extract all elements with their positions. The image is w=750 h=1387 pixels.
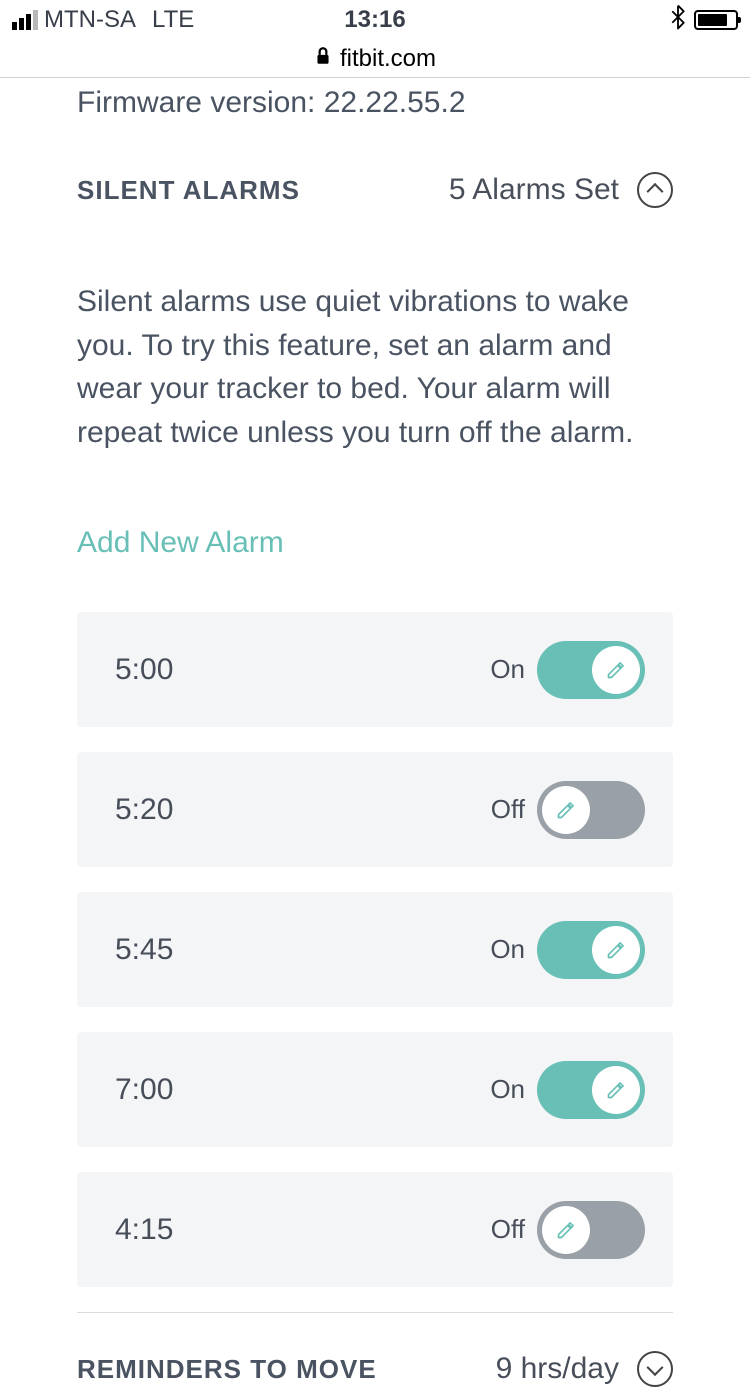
silent-alarms-title: SILENT ALARMS — [77, 175, 300, 206]
toggle-knob — [542, 786, 590, 834]
alarms-description: Silent alarms use quiet vibrations to wa… — [77, 280, 673, 454]
alarm-time: 5:20 — [115, 793, 173, 827]
chevron-up-icon[interactable] — [637, 172, 673, 208]
alarm-state-label: Off — [491, 1214, 525, 1245]
divider — [77, 1312, 673, 1313]
alarm-row[interactable]: 5:20 Off — [77, 752, 673, 867]
status-bar: MTN-SA LTE 13:16 — [0, 0, 750, 40]
reminders-summary: 9 hrs/day — [496, 1352, 619, 1386]
status-right — [670, 4, 738, 37]
alarm-row[interactable]: 5:45 On — [77, 892, 673, 1007]
pencil-icon — [556, 1220, 576, 1240]
alarm-state-label: On — [490, 1074, 525, 1105]
toggle-knob — [542, 1206, 590, 1254]
pencil-icon — [606, 940, 626, 960]
alarm-toggle[interactable] — [537, 781, 645, 839]
silent-alarms-header[interactable]: SILENT ALARMS 5 Alarms Set — [77, 172, 673, 208]
alarm-state-label: On — [490, 654, 525, 685]
alarm-list: 5:00 On 5:20 Off 5:45 On 7:00 On 4:15 Off — [77, 612, 673, 1287]
carrier-label: MTN-SA — [44, 6, 136, 34]
status-left: MTN-SA LTE — [12, 6, 194, 34]
alarm-state-label: Off — [491, 794, 525, 825]
pencil-icon — [556, 800, 576, 820]
pencil-icon — [606, 660, 626, 680]
toggle-knob — [592, 1066, 640, 1114]
alarm-time: 5:00 — [115, 653, 173, 687]
alarm-toggle[interactable] — [537, 641, 645, 699]
bluetooth-icon — [670, 4, 686, 37]
alarm-toggle[interactable] — [537, 1201, 645, 1259]
toggle-knob — [592, 646, 640, 694]
battery-icon — [694, 10, 738, 30]
network-label: LTE — [152, 6, 194, 34]
pencil-icon — [606, 1080, 626, 1100]
add-new-alarm-link[interactable]: Add New Alarm — [77, 526, 673, 560]
alarms-count: 5 Alarms Set — [449, 173, 619, 207]
alarm-state-label: On — [490, 934, 525, 965]
url-domain: fitbit.com — [340, 45, 436, 73]
alarm-toggle[interactable] — [537, 1061, 645, 1119]
signal-icon — [12, 10, 38, 30]
reminders-header[interactable]: REMINDERS TO MOVE 9 hrs/day — [77, 1351, 673, 1387]
chevron-down-icon[interactable] — [637, 1351, 673, 1387]
alarm-row[interactable]: 5:00 On — [77, 612, 673, 727]
reminders-title: REMINDERS TO MOVE — [77, 1354, 377, 1385]
alarm-time: 4:15 — [115, 1213, 173, 1247]
alarm-time: 5:45 — [115, 933, 173, 967]
lock-icon — [314, 45, 332, 73]
clock: 13:16 — [344, 6, 405, 34]
alarm-time: 7:00 — [115, 1073, 173, 1107]
alarm-row[interactable]: 4:15 Off — [77, 1172, 673, 1287]
firmware-version: Firmware version: 22.22.55.2 — [77, 78, 673, 120]
url-bar[interactable]: fitbit.com — [0, 40, 750, 78]
toggle-knob — [592, 926, 640, 974]
alarm-toggle[interactable] — [537, 921, 645, 979]
alarm-row[interactable]: 7:00 On — [77, 1032, 673, 1147]
